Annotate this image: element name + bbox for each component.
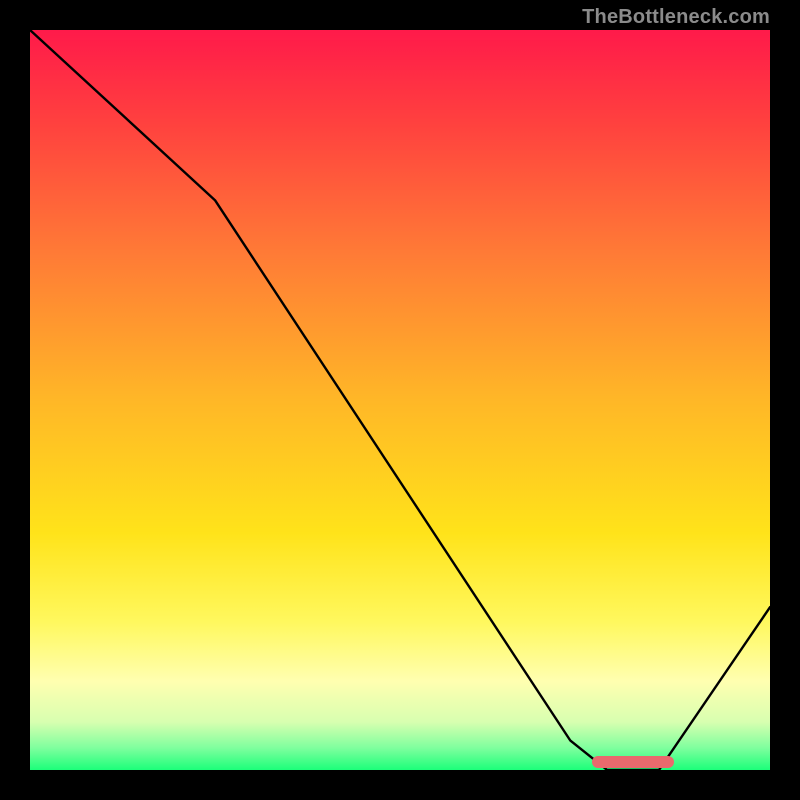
bottleneck-curve: [30, 30, 770, 770]
chart-container: { "watermark": "TheBottleneck.com", "col…: [0, 0, 800, 800]
watermark-text: TheBottleneck.com: [582, 6, 770, 29]
plot-area: [30, 30, 770, 770]
optimal-range-marker: [592, 756, 673, 768]
